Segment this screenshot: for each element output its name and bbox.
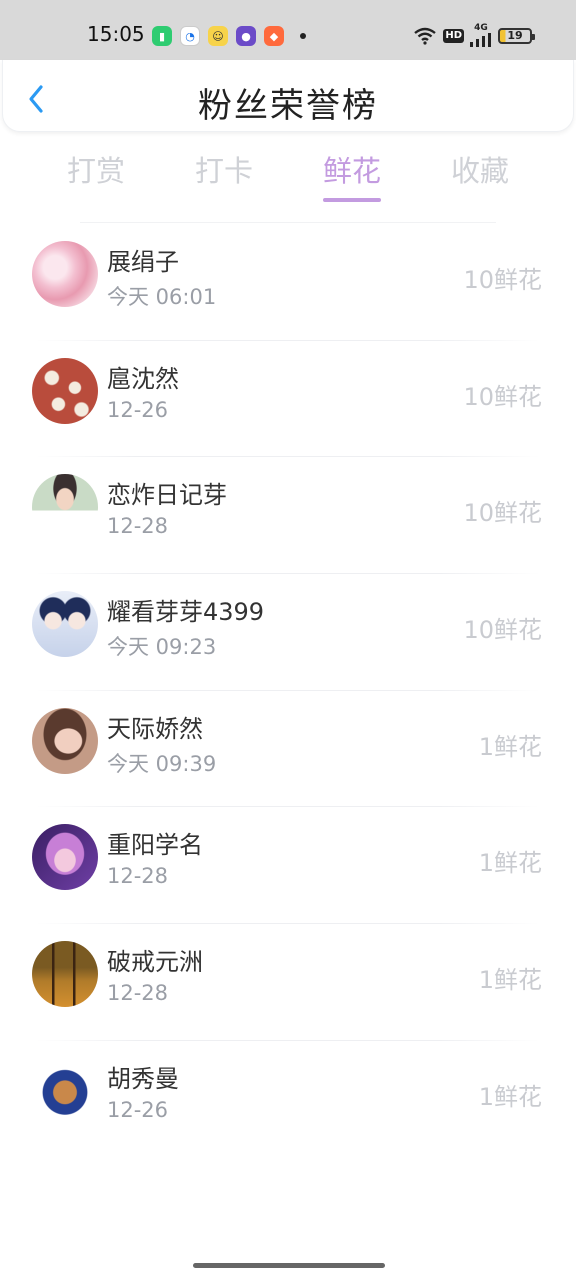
fan-time: 今天 09:23	[107, 635, 217, 660]
divider	[80, 222, 496, 223]
avatar[interactable]	[32, 824, 98, 891]
fan-time: 12-26	[107, 397, 169, 422]
tab-label: 鲜花	[322, 154, 381, 188]
flower-count: 1鲜花	[478, 1082, 542, 1111]
status-time: 15:05	[87, 22, 145, 46]
flower-count: 10鲜花	[463, 382, 542, 411]
flower-count: 10鲜花	[463, 266, 542, 294]
page-header: 粉丝荣誉榜	[2, 60, 574, 132]
system-status: HD 4G 19	[413, 24, 535, 47]
list-item[interactable]: 扈沈然 12-26 10鲜花	[0, 341, 576, 458]
fan-name: 耀看芽芽4399	[107, 598, 265, 627]
avatar[interactable]	[32, 357, 98, 424]
active-tab-indicator	[323, 198, 381, 202]
battery-app-icon: ▮	[152, 26, 172, 46]
tab-label: 打卡	[194, 154, 253, 188]
avatar[interactable]	[32, 707, 98, 774]
list-item[interactable]: 耀看芽芽4399 今天 09:23 10鲜花	[0, 574, 576, 691]
tab-favorites[interactable]: 收藏	[430, 148, 530, 190]
tab-label: 收藏	[450, 154, 509, 188]
media-app-icon: ●	[236, 26, 256, 46]
list-item[interactable]: 天际娇然 今天 09:39 1鲜花	[0, 691, 576, 808]
home-indicator[interactable]	[193, 1263, 385, 1268]
tab-label: 打赏	[66, 154, 125, 188]
browser-app-icon: ◔	[180, 26, 200, 46]
avatar[interactable]	[32, 1057, 98, 1124]
page-title: 粉丝荣誉榜	[198, 86, 378, 126]
avatar[interactable]	[32, 241, 98, 307]
more-notifications-icon	[300, 33, 306, 39]
fan-name: 展绢子	[107, 248, 179, 276]
flower-count: 1鲜花	[478, 849, 542, 878]
tab-bar: 打赏 打卡 鲜花 收藏	[0, 148, 576, 208]
fan-name: 重阳学名	[107, 831, 203, 860]
fan-name: 扈沈然	[107, 364, 179, 393]
flower-count: 1鲜花	[478, 966, 542, 995]
list-item[interactable]: 重阳学名 12-28 1鲜花	[0, 807, 576, 925]
chat-app-icon: ☺	[208, 26, 228, 46]
fan-name: 天际娇然	[107, 714, 203, 743]
fan-list: 展绢子 今天 06:01 10鲜花 扈沈然 12-26 10鲜花 恋炸日记芽 1…	[0, 224, 576, 1158]
list-item[interactable]: 破戒元洲 12-28 1鲜花	[0, 924, 576, 1041]
list-item[interactable]: 恋炸日记芽 12-28 10鲜花	[0, 457, 576, 575]
tab-flowers[interactable]: 鲜花	[302, 148, 402, 202]
avatar[interactable]	[32, 941, 98, 1008]
flower-count: 10鲜花	[463, 616, 542, 645]
fan-time: 12-26	[107, 1097, 169, 1122]
flower-count: 10鲜花	[463, 499, 542, 528]
list-item[interactable]: 展绢子 今天 06:01 10鲜花	[0, 224, 576, 341]
battery-icon: 19	[498, 27, 535, 44]
flower-count: 1鲜花	[478, 732, 542, 761]
tab-checkin[interactable]: 打卡	[174, 148, 274, 190]
fan-time: 今天 06:01	[107, 285, 217, 309]
signal-icon	[470, 33, 491, 47]
notification-icons: ▮ ◔ ☺ ● ◆	[152, 26, 284, 46]
tab-tips[interactable]: 打赏	[46, 148, 146, 190]
list-item[interactable]: 胡秀曼 12-26 1鲜花	[0, 1041, 576, 1158]
hd-badge: HD	[443, 28, 464, 43]
fan-name: 胡秀曼	[107, 1064, 179, 1093]
fan-name: 恋炸日记芽	[107, 481, 227, 510]
fan-name: 破戒元洲	[107, 948, 203, 977]
fan-time: 12-28	[107, 514, 169, 539]
battery-level: 19	[507, 28, 523, 42]
avatar[interactable]	[32, 474, 98, 541]
status-bar: 15:05 ▮ ◔ ☺ ● ◆ HD 4G 19	[0, 0, 576, 60]
fan-time: 今天 09:39	[107, 751, 217, 776]
fan-time: 12-28	[107, 864, 169, 889]
fan-time: 12-28	[107, 981, 169, 1006]
signal-group: 4G	[470, 24, 492, 47]
network-type: 4G	[474, 23, 488, 33]
wifi-icon	[414, 27, 437, 45]
shortcut-app-icon: ◆	[264, 26, 284, 46]
avatar[interactable]	[32, 591, 98, 658]
